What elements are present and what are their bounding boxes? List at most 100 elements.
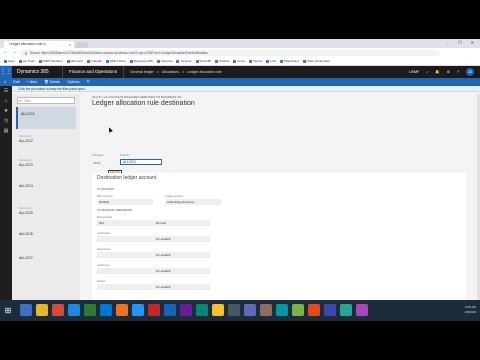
dimension-option-field[interactable]: Pro default: [154, 236, 210, 242]
brand-name[interactable]: Dynamics 365: [17, 66, 49, 78]
taskbar-app-icon[interactable]: [212, 304, 224, 316]
bookmark-item[interactable]: Lifecycle: [157, 57, 173, 65]
taskbar-app-icon[interactable]: [276, 304, 288, 316]
bookmark-item[interactable]: SharePoint: [280, 57, 299, 65]
rule-id-field[interactable]: ALLOC1: [120, 159, 162, 165]
dimension-value-field[interactable]: [97, 252, 153, 258]
workspace-icon[interactable]: ▤: [0, 126, 12, 136]
bookmarks-bar: Apps AX Tools D365 Sandbox Microsoft LinkedI…: [0, 57, 480, 66]
bookmark-item[interactable]: Yammer: [176, 57, 191, 65]
company-picker[interactable]: USMF: [409, 70, 419, 74]
list-item[interactable]: Dimension ALLOC5: [16, 203, 76, 225]
list-item-value: ALLOC7: [19, 256, 33, 260]
breadcrumb-item[interactable]: Allocations: [162, 70, 179, 74]
list-item[interactable]: ALLOC6: [16, 227, 76, 249]
taskbar-app-icon[interactable]: [292, 304, 304, 316]
taskbar-app-icon[interactable]: [100, 304, 112, 316]
taskbar-app-icon[interactable]: [356, 304, 368, 316]
search-icon[interactable]: ⌕: [426, 70, 428, 74]
taskbar-app-icon[interactable]: [116, 304, 128, 316]
find-icon[interactable]: 🔍: [87, 78, 91, 86]
breadcrumb-item[interactable]: General ledger: [130, 70, 154, 74]
taskbar-app-icon[interactable]: [132, 304, 144, 316]
filter-placeholder: Filter: [24, 99, 32, 103]
browser-tab[interactable]: Ledger allocation rule d… ×: [4, 41, 74, 48]
menu-icon[interactable]: ☰: [0, 86, 12, 96]
bookmark-item[interactable]: Azure: [233, 57, 245, 65]
taskbar-app-icon[interactable]: [164, 304, 176, 316]
dimension-value-field[interactable]: 001: [97, 220, 153, 226]
taskbar-app-icon[interactable]: [20, 304, 32, 316]
bookmark-item[interactable]: LinkedIn: [87, 57, 102, 65]
gear-icon[interactable]: ⚙: [447, 70, 450, 74]
dimension-label: CostCenter: [97, 232, 111, 235]
taskbar-app-icon[interactable]: [196, 304, 208, 316]
windows-start-icon[interactable]: ⊞: [2, 305, 14, 316]
dimension-option-field[interactable]: Pro default: [154, 252, 210, 258]
list-item-caption: Dimension: [19, 207, 32, 210]
bookmark-item[interactable]: Dynamics 365: [130, 57, 153, 65]
taskbar-app-icon[interactable]: [308, 304, 320, 316]
breadcrumb-item[interactable]: Ledger allocation rule: [187, 70, 221, 74]
list-item[interactable]: ALLOC7: [16, 251, 76, 273]
list-item[interactable]: ALLOC1: [16, 107, 76, 129]
tab-close-icon[interactable]: ×: [69, 41, 71, 48]
system-tray-clock[interactable]: 9:45 AM 1/8/2018: [464, 305, 476, 315]
dimension-label: Project: [97, 280, 106, 283]
taskbar-app-icon[interactable]: [180, 304, 192, 316]
list-item[interactable]: Dimension ALLOC3: [16, 155, 76, 177]
action-search-icon[interactable]: ⌕: [4, 78, 6, 86]
bookmark-item[interactable]: Apps: [4, 57, 15, 65]
bell-icon[interactable]: 🔔: [435, 70, 439, 74]
window-controls[interactable]: – ❐ ✕: [447, 40, 478, 45]
dimension-value-field[interactable]: [97, 268, 153, 274]
delete-button[interactable]: 🗑 Delete: [44, 78, 60, 86]
dimension-option-field[interactable]: Pro default: [154, 284, 210, 290]
dimension-value-field[interactable]: [97, 284, 153, 290]
dimension-value-field[interactable]: [97, 236, 153, 242]
dimension-option-field[interactable]: Normal: [154, 220, 210, 226]
url-input[interactable]: 🔒 Secure https://d365demo11706bd0f3d9b15d…: [20, 49, 440, 56]
taskbar-app-icon[interactable]: [228, 304, 240, 316]
recent-icon[interactable]: ◷: [0, 116, 12, 126]
tab-title: Ledger allocation rule d…: [9, 42, 49, 46]
to-dimensions-section: TO FINANCIAL DIMENSIONS: [97, 209, 132, 212]
list-item-caption: Dimension: [19, 135, 32, 138]
taskbar-app-icon[interactable]: [84, 304, 96, 316]
taskbar-app-icon[interactable]: [260, 304, 272, 316]
dimension-option-field[interactable]: Pro default: [154, 268, 210, 274]
taskbar-app-icon[interactable]: [324, 304, 336, 316]
star-icon[interactable]: ★: [0, 106, 12, 116]
list-item[interactable]: Dimension ALLOC2: [16, 131, 76, 153]
bookmark-item[interactable]: AX Tools: [19, 57, 35, 65]
taskbar: ⊞ 9:45 AM 1/8/2018: [0, 300, 480, 321]
bookmark-item[interactable]: D365 Sandbox: [39, 57, 63, 65]
ledger-account-field[interactable]: Advertising Expense: [165, 199, 221, 205]
bookmark-item[interactable]: MSFT Docs: [106, 57, 126, 65]
taskbar-app-icon[interactable]: [148, 304, 160, 316]
home-icon[interactable]: ⌂: [0, 96, 12, 106]
taskbar-app-icon[interactable]: [52, 304, 64, 316]
filter-input[interactable]: ⌕ Filter: [17, 97, 75, 104]
bookmark-item[interactable]: LCS: [266, 57, 276, 65]
bookmark-item[interactable]: Microsoft: [67, 57, 83, 65]
taskbar-app-icon[interactable]: [244, 304, 256, 316]
options-button[interactable]: Options: [67, 78, 79, 86]
url-text: Secure https://d365demo11706bd0f3d9b15d4…: [29, 50, 208, 55]
edit-button[interactable]: Edit: [13, 78, 19, 86]
list-item[interactable]: ALLOC4: [16, 179, 76, 201]
bookmark-item[interactable]: Teams: [249, 57, 262, 65]
main-account-field[interactable]: 601100: [97, 199, 153, 205]
new-button[interactable]: + New: [27, 78, 37, 86]
taskbar-app-icon[interactable]: [68, 304, 80, 316]
taskbar-app-icon[interactable]: [36, 304, 48, 316]
destination-card: Destination ledger account TO ACCOUNT Ma…: [92, 173, 466, 321]
bookmark-item[interactable]: Outlook: [215, 57, 229, 65]
module-name[interactable]: Finance and Operations: [62, 66, 125, 78]
bookmark-item[interactable]: Other bookmarks: [303, 57, 330, 65]
app-launcher-icon[interactable]: ⋮⋮: [0, 66, 12, 78]
avatar[interactable]: JD: [466, 68, 474, 77]
help-icon[interactable]: ?: [457, 70, 459, 74]
taskbar-app-icon[interactable]: [340, 304, 352, 316]
bookmark-item[interactable]: PowerBI: [196, 57, 211, 65]
